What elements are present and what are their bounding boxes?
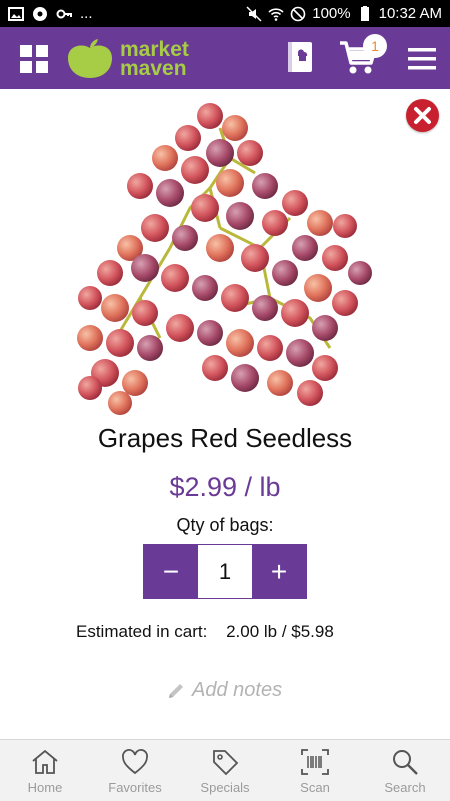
nav-home-label: Home xyxy=(27,780,63,795)
battery-icon xyxy=(360,5,369,21)
product-image xyxy=(77,103,372,415)
add-notes-button[interactable]: Add notes xyxy=(166,679,282,702)
estimate-value: 2.00 lb / $5.98 xyxy=(226,622,334,641)
logo-word-2: maven xyxy=(120,57,187,80)
tag-icon xyxy=(213,750,239,776)
quantity-stepper: − 1 + xyxy=(143,544,307,599)
status-bar: ... 100% 10:32 AM xyxy=(0,0,450,27)
close-button[interactable] xyxy=(406,99,439,132)
hamburger-menu-icon[interactable] xyxy=(408,47,436,71)
home-icon xyxy=(32,749,58,774)
key-notification-icon xyxy=(56,9,72,18)
nav-favorites[interactable]: Favorites xyxy=(90,740,180,801)
wifi-icon xyxy=(268,7,284,21)
categories-grid-icon[interactable] xyxy=(20,45,48,73)
more-notifications: ... xyxy=(80,5,93,22)
nav-home[interactable]: Home xyxy=(0,740,90,801)
heart-icon xyxy=(122,749,148,775)
soccer-notification-icon xyxy=(33,6,47,21)
quantity-value[interactable]: 1 xyxy=(198,545,252,598)
nav-specials-label: Specials xyxy=(200,780,250,795)
cart-count-badge: 1 xyxy=(363,34,387,58)
barcode-icon xyxy=(301,749,329,775)
nav-specials[interactable]: Specials xyxy=(180,740,270,801)
close-icon xyxy=(414,107,431,124)
recipe-book-icon[interactable] xyxy=(286,41,314,73)
do-not-disturb-icon xyxy=(290,6,306,21)
clock: 10:32 AM xyxy=(378,5,442,22)
image-notification-icon xyxy=(8,6,24,21)
bottom-nav: Home Favorites Specials Scan Search xyxy=(0,739,450,801)
battery-percent: 100% xyxy=(312,5,351,22)
add-notes-label: Add notes xyxy=(192,679,283,701)
apple-logo-icon xyxy=(68,39,112,78)
nav-favorites-label: Favorites xyxy=(108,780,162,795)
app-header: market maven 1 xyxy=(0,27,450,89)
market-maven-logo: market maven xyxy=(66,37,196,81)
nav-scan-label: Scan xyxy=(300,780,330,795)
search-icon xyxy=(393,750,418,775)
product-price: $2.99 / lb xyxy=(169,472,281,502)
nav-scan[interactable]: Scan xyxy=(270,740,360,801)
qty-label: Qty of bags: xyxy=(176,515,274,535)
cart-estimate: Estimated in cart: 2.00 lb / $5.98 xyxy=(76,622,334,642)
pencil-icon xyxy=(169,683,183,698)
estimate-label: Estimated in cart: xyxy=(76,622,208,641)
nav-search[interactable]: Search xyxy=(360,740,450,801)
decrement-button[interactable]: − xyxy=(144,545,198,598)
increment-button[interactable]: + xyxy=(252,545,306,598)
nav-search-label: Search xyxy=(384,780,426,795)
product-name: Grapes Red Seedless xyxy=(97,423,353,453)
mute-icon xyxy=(246,5,262,22)
